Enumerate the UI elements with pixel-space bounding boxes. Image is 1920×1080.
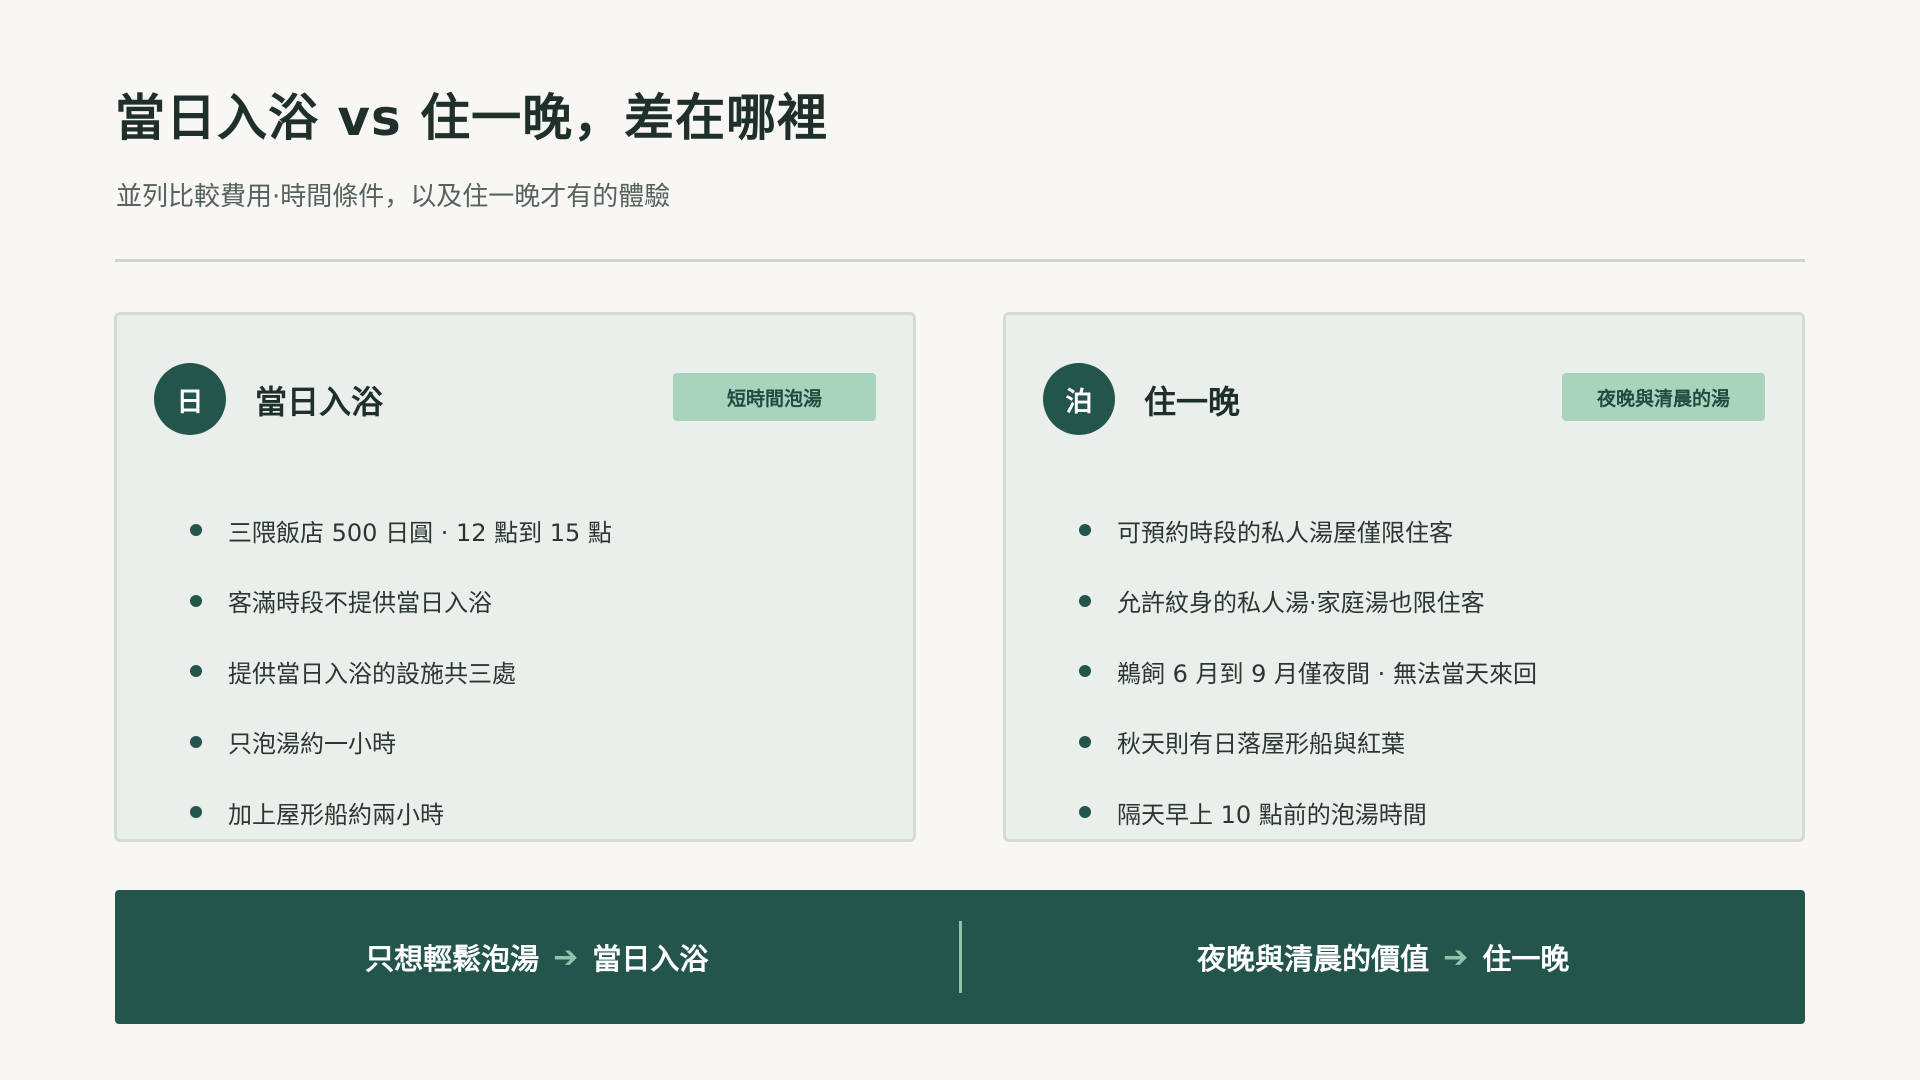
list-item: 可預約時段的私人湯屋僅限住客 xyxy=(1079,495,1537,566)
page-title: 當日入浴 vs 住一晚，差在哪裡 xyxy=(115,89,829,147)
day-bath-card: 日 當日入浴 短時間泡湯 三隈飯店 500 日圓 · 12 點到 15 點 客滿… xyxy=(114,312,916,842)
list-item: 秋天則有日落屋形船與紅葉 xyxy=(1079,707,1537,778)
arrow-right-icon: ➔ xyxy=(1443,939,1469,975)
summary-banner: 只想輕鬆泡湯 ➔ 當日入浴 夜晚與清晨的價值 ➔ 住一晚 xyxy=(115,890,1805,1024)
overnight-tag: 夜晚與清晨的湯 xyxy=(1562,373,1765,421)
bullet-icon xyxy=(1079,806,1091,819)
overnight-card: 泊 住一晚 夜晚與清晨的湯 可預約時段的私人湯屋僅限住客 允許紋身的私人湯·家庭… xyxy=(1003,312,1805,842)
bullet-icon xyxy=(190,735,202,748)
list-item-text: 三隈飯店 500 日圓 · 12 點到 15 點 xyxy=(228,518,612,547)
page-subtitle: 並列比較費用·時間條件，以及住一晚才有的體驗 xyxy=(116,182,671,212)
bullet-icon xyxy=(190,524,202,537)
overnight-card-title: 住一晚 xyxy=(1144,383,1241,421)
day-bath-tag: 短時間泡湯 xyxy=(673,373,876,421)
list-item-text: 鵜飼 6 月到 9 月僅夜間 · 無法當天來回 xyxy=(1117,659,1537,688)
day-bath-list: 三隈飯店 500 日圓 · 12 點到 15 點 客滿時段不提供當日入浴 提供當… xyxy=(190,495,612,848)
bullet-icon xyxy=(1079,524,1091,537)
list-item: 加上屋形船約兩小時 xyxy=(190,777,612,848)
list-item-text: 加上屋形船約兩小時 xyxy=(228,800,444,829)
list-item: 客滿時段不提供當日入浴 xyxy=(190,566,612,637)
bullet-icon xyxy=(1079,665,1091,678)
bullet-icon xyxy=(190,594,202,607)
banner-right-text: 夜晚與清晨的價值 xyxy=(1197,942,1430,976)
list-item: 允許紋身的私人湯·家庭湯也限住客 xyxy=(1079,566,1537,637)
bullet-icon xyxy=(190,806,202,819)
list-item-text: 秋天則有日落屋形船與紅葉 xyxy=(1117,730,1405,759)
list-item-text: 只泡湯約一小時 xyxy=(228,730,396,759)
list-item: 隔天早上 10 點前的泡湯時間 xyxy=(1079,777,1537,848)
banner-right-target: 住一晚 xyxy=(1482,942,1570,976)
day-bath-card-title: 當日入浴 xyxy=(255,383,384,421)
bullet-icon xyxy=(1079,594,1091,607)
banner-left-text: 只想輕鬆泡湯 xyxy=(365,942,540,976)
list-item-text: 可預約時段的私人湯屋僅限住客 xyxy=(1117,518,1453,547)
banner-left: 只想輕鬆泡湯 ➔ 當日入浴 xyxy=(115,936,959,978)
list-item-text: 允許紋身的私人湯·家庭湯也限住客 xyxy=(1117,589,1485,618)
list-item: 鵜飼 6 月到 9 月僅夜間 · 無法當天來回 xyxy=(1079,636,1537,707)
list-item: 三隈飯店 500 日圓 · 12 點到 15 點 xyxy=(190,495,612,566)
overnight-icon: 泊 xyxy=(1043,363,1115,435)
list-item-text: 提供當日入浴的設施共三處 xyxy=(228,659,516,688)
list-item-text: 隔天早上 10 點前的泡湯時間 xyxy=(1117,800,1427,829)
bullet-icon xyxy=(1079,735,1091,748)
list-item: 提供當日入浴的設施共三處 xyxy=(190,636,612,707)
bullet-icon xyxy=(190,665,202,678)
day-icon: 日 xyxy=(154,363,226,435)
arrow-right-icon: ➔ xyxy=(553,939,579,975)
list-item-text: 客滿時段不提供當日入浴 xyxy=(228,589,492,618)
overnight-list: 可預約時段的私人湯屋僅限住客 允許紋身的私人湯·家庭湯也限住客 鵜飼 6 月到 … xyxy=(1079,495,1537,848)
header-divider xyxy=(115,259,1805,262)
list-item: 只泡湯約一小時 xyxy=(190,707,612,778)
banner-left-target: 當日入浴 xyxy=(592,942,709,976)
banner-right: 夜晚與清晨的價值 ➔ 住一晚 xyxy=(962,936,1806,978)
